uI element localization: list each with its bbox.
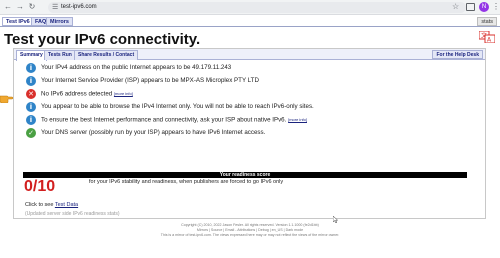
- error-x-icon: ✕: [26, 89, 36, 99]
- tab-tests-run[interactable]: Tests Run: [44, 50, 76, 60]
- result-row: i To ensure the best Internet performanc…: [26, 115, 481, 125]
- result-text: Your Internet Service Provider (ISP) app…: [41, 77, 259, 84]
- stats-button[interactable]: stats: [477, 17, 497, 26]
- result-text: You appear to be able to browse the IPv4…: [41, 103, 314, 110]
- page-title: Test your IPv6 connectivity.: [4, 31, 201, 48]
- readiness-description: for your IPv6 stability and readiness, w…: [89, 179, 284, 185]
- test-data-prefix: Click to see: [25, 202, 54, 208]
- results-panel: Summary Tests Run Share Results / Contac…: [13, 48, 486, 219]
- site-nav: Test IPv6 FAQ Mirrors stats: [0, 16, 500, 27]
- mouse-cursor-icon: [333, 216, 339, 223]
- language-flags-icon[interactable]: 文 A: [479, 31, 495, 43]
- bookmark-star-icon[interactable]: ☆: [452, 2, 459, 12]
- reload-icon[interactable]: ↻: [27, 2, 37, 12]
- result-text: Your DNS server (possibly run by your IS…: [41, 129, 266, 136]
- back-icon[interactable]: ←: [3, 2, 13, 12]
- result-text: No IPv6 address detected: [41, 90, 113, 98]
- tab-share-results[interactable]: Share Results / Contact: [74, 50, 139, 60]
- tab-mirrors[interactable]: Mirrors: [46, 17, 73, 26]
- info-icon: i: [26, 115, 36, 125]
- test-data-line: Click to see Test Data: [25, 202, 78, 209]
- result-row: i You appear to be able to browse the IP…: [26, 102, 481, 112]
- result-row: i Your IPv4 address on the public Intern…: [26, 63, 481, 73]
- more-info-link[interactable]: [more info]: [114, 91, 133, 96]
- extensions-icon[interactable]: [466, 3, 475, 11]
- panel-tabs: Summary Tests Run Share Results / Contac…: [14, 49, 485, 61]
- result-text-wrap: To ensure the best Internet performance …: [41, 116, 307, 125]
- readiness-score: 0/10: [24, 178, 56, 195]
- info-icon: i: [26, 76, 36, 86]
- browser-toolbar: ← → ↻ ☰ test-ipv6.com ☆ N ⋮: [0, 0, 500, 15]
- result-row: ✕ No IPv6 address detected [more info]: [26, 89, 481, 99]
- help-desk-button[interactable]: For the Help Desk: [432, 50, 483, 59]
- menu-kebab-icon[interactable]: ⋮: [492, 2, 500, 12]
- info-icon: i: [26, 102, 36, 112]
- readiness-score-header: Your readiness score: [23, 172, 467, 178]
- footer-mirror-note: This is a mirror of test-ipv6.com. The v…: [160, 233, 340, 237]
- checkmark-icon: ✓: [26, 128, 36, 138]
- page-footer: Copyright (C) 2010, 2022 Jason Fesler. A…: [0, 223, 500, 238]
- pointing-hand-icon: [0, 95, 13, 103]
- result-text: To ensure the best Internet performance …: [41, 116, 287, 124]
- test-data-link[interactable]: Test Data: [55, 202, 78, 208]
- more-info-link[interactable]: [more info]: [288, 117, 307, 122]
- result-row: i Your Internet Service Provider (ISP) a…: [26, 76, 481, 86]
- tab-test-ipv6[interactable]: Test IPv6: [2, 17, 34, 26]
- address-bar[interactable]: ☰ test-ipv6.com: [48, 2, 466, 13]
- url-text: test-ipv6.com: [61, 4, 97, 10]
- updated-note: (Updated server side IPv6 readiness stat…: [25, 211, 120, 217]
- result-row: ✓ Your DNS server (possibly run by your …: [26, 128, 481, 138]
- result-text: Your IPv4 address on the public Internet…: [41, 64, 232, 71]
- forward-icon[interactable]: →: [15, 2, 25, 12]
- tab-summary[interactable]: Summary: [16, 50, 47, 61]
- profile-avatar[interactable]: N: [479, 2, 489, 12]
- site-info-icon[interactable]: ☰: [52, 2, 58, 13]
- info-icon: i: [26, 63, 36, 73]
- result-text-wrap: No IPv6 address detected [more info]: [41, 90, 133, 99]
